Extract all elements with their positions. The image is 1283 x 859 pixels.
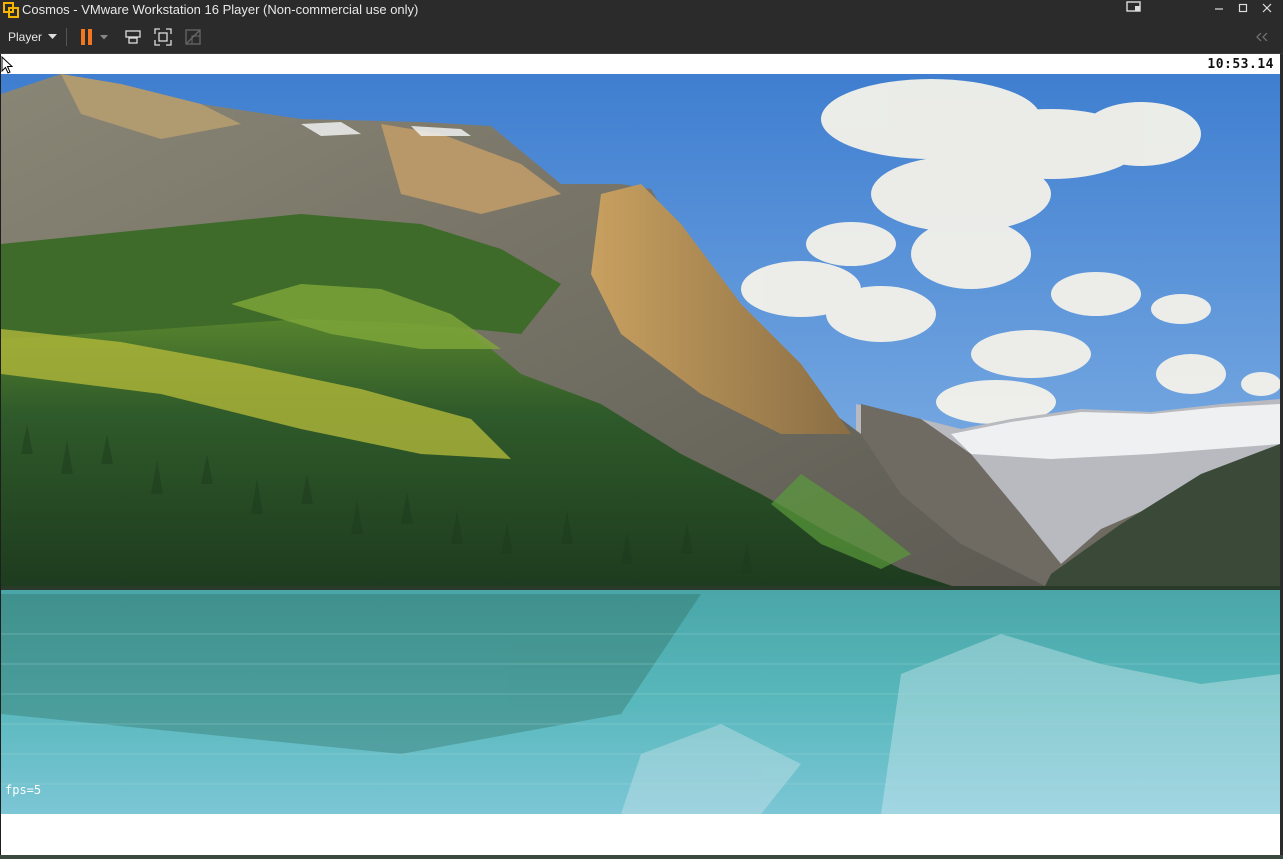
unity-button[interactable]	[182, 26, 204, 48]
title-bar: Cosmos - VMware Workstation 16 Player (N…	[0, 0, 1283, 20]
vmware-app-icon	[3, 2, 19, 18]
send-ctrl-alt-del-button[interactable]	[122, 26, 144, 48]
keyboard-icon	[125, 30, 141, 44]
wallpaper-mountain-lake	[1, 74, 1280, 814]
unity-icon	[185, 29, 201, 45]
chevron-down-icon	[100, 34, 108, 39]
guest-clock: 10:53.14	[1207, 57, 1274, 72]
power-options-dropdown[interactable]	[97, 26, 111, 48]
pause-icon	[81, 29, 92, 45]
fps-counter: fps=5	[5, 783, 42, 797]
double-chevron-left-icon	[1256, 33, 1268, 41]
maximize-button[interactable]	[1231, 0, 1255, 20]
player-menu-label: Player	[8, 30, 43, 44]
chevron-down-icon	[48, 34, 58, 39]
vm-display[interactable]: 10:53.14 fps=5	[1, 54, 1280, 855]
pause-button[interactable]	[76, 26, 98, 48]
vm-library-icon[interactable]	[1122, 0, 1146, 20]
player-menu-button[interactable]: Player	[4, 27, 61, 47]
collapse-toolbar-button[interactable]	[1254, 26, 1270, 48]
mouse-cursor-icon	[1, 56, 13, 74]
close-button[interactable]	[1255, 0, 1279, 20]
window-title: Cosmos - VMware Workstation 16 Player (N…	[22, 2, 419, 17]
full-screen-button[interactable]	[152, 26, 174, 48]
player-toolbar: Player	[0, 20, 1283, 54]
full-screen-icon	[154, 28, 172, 46]
minimize-button[interactable]	[1207, 0, 1231, 20]
toolbar-divider	[66, 28, 67, 46]
host-desktop-strip	[0, 855, 1283, 859]
